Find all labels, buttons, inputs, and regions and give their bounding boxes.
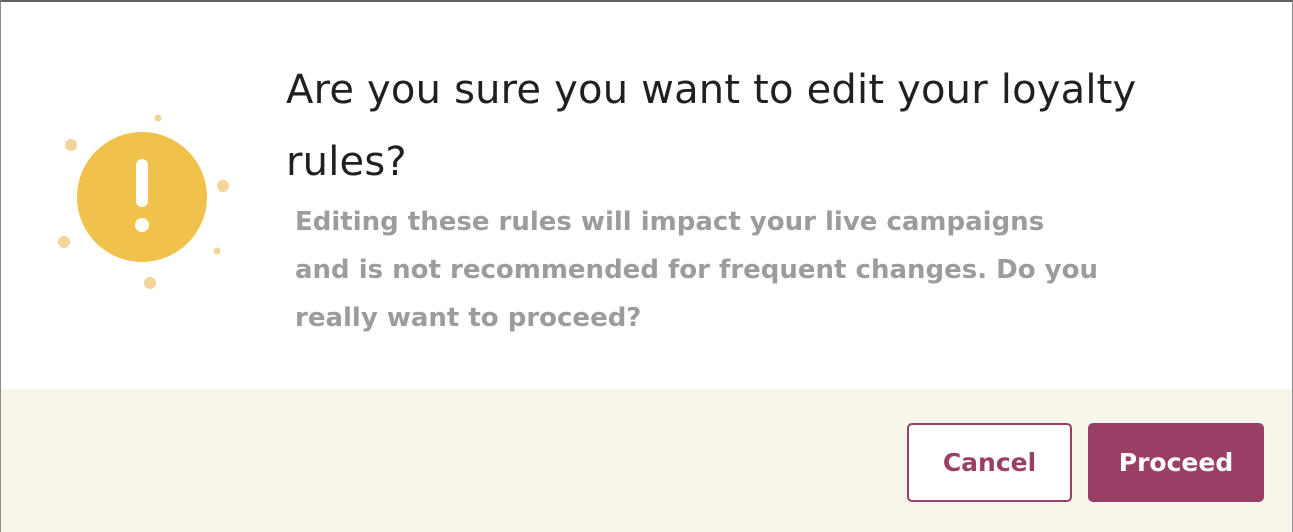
dialog-body: Are you sure you want to edit your loyal…: [1, 2, 1292, 389]
cancel-button[interactable]: Cancel: [907, 423, 1072, 502]
dialog-footer: Cancel Proceed: [1, 389, 1292, 532]
proceed-button[interactable]: Proceed: [1088, 423, 1264, 502]
warning-icon: [58, 114, 229, 289]
sparkle-dot: [144, 277, 156, 289]
message-line: and is not recommended for frequent chan…: [295, 255, 1098, 285]
sparkle-dot: [65, 139, 77, 151]
sparkle-dot: [213, 247, 221, 255]
sparkle-dot: [217, 180, 229, 192]
sparkle-dot: [58, 236, 70, 248]
confirm-edit-rules-dialog: Are you sure you want to edit your loyal…: [0, 0, 1293, 532]
message-line: really want to proceed?: [295, 303, 642, 333]
sparkle-dot: [154, 114, 162, 122]
dialog-title: Are you sure you want to edit your loyal…: [286, 67, 1137, 185]
exclamation-dot: [135, 218, 149, 232]
exclamation-bar: [136, 159, 148, 207]
dialog-message: Editing these rules will impact your liv…: [295, 198, 1175, 342]
message-line: Editing these rules will impact your liv…: [295, 207, 1045, 237]
